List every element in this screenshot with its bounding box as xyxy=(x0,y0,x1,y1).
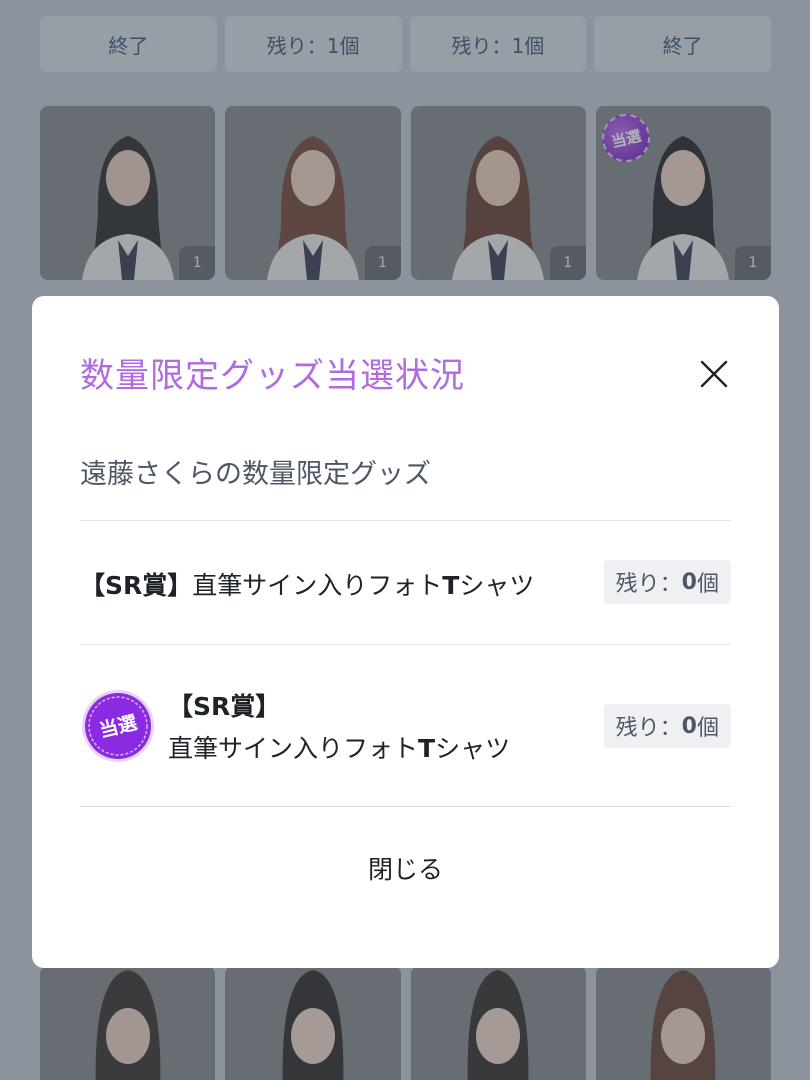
prize-title: 直筆サイン入りフォト xyxy=(192,571,443,600)
prize-title-bold: T xyxy=(442,571,460,600)
member-goods-heading: 遠藤さくらの数量限定グッズ xyxy=(80,459,431,490)
prize-item: 当選 【SR賞】 直筆サイン入りフォトTシャツ 残り： 0 個 xyxy=(80,682,731,772)
winner-stamp-icon: 当選 xyxy=(80,688,156,764)
prize-title: 直筆サイン入りフォト xyxy=(168,734,419,763)
divider xyxy=(80,644,731,645)
remaining-count: 0 xyxy=(681,569,697,595)
remaining-count: 0 xyxy=(681,713,697,739)
prize-rank: 【SR賞】 xyxy=(168,692,281,721)
divider xyxy=(80,520,731,521)
remaining-label: 残り： xyxy=(615,716,682,741)
modal-title: 数量限定グッズ当選状況 xyxy=(80,356,465,396)
prize-name: 【SR賞】 直筆サイン入りフォトTシャツ xyxy=(168,686,510,770)
remaining-label: 残り： xyxy=(615,572,682,597)
prize-title-tail: シャツ xyxy=(435,734,511,763)
divider xyxy=(80,806,731,807)
winning-status-modal: 数量限定グッズ当選状況 遠藤さくらの数量限定グッズ 【SR賞】直筆サイン入りフォ… xyxy=(32,296,779,968)
prize-item: 【SR賞】直筆サイン入りフォトTシャツ 残り： 0 個 xyxy=(80,560,731,606)
prize-rank: 【SR賞】 xyxy=(80,571,193,600)
prize-title-bold: T xyxy=(418,734,436,763)
remaining-badge: 残り： 0 個 xyxy=(603,560,731,604)
remaining-unit: 個 xyxy=(696,716,719,741)
close-button[interactable]: 閉じる xyxy=(32,850,779,886)
close-icon[interactable] xyxy=(694,354,734,394)
prize-name: 【SR賞】直筆サイン入りフォトTシャツ xyxy=(80,566,534,602)
prize-title-tail: シャツ xyxy=(459,571,535,600)
remaining-unit: 個 xyxy=(696,572,719,597)
remaining-badge: 残り： 0 個 xyxy=(603,704,731,748)
